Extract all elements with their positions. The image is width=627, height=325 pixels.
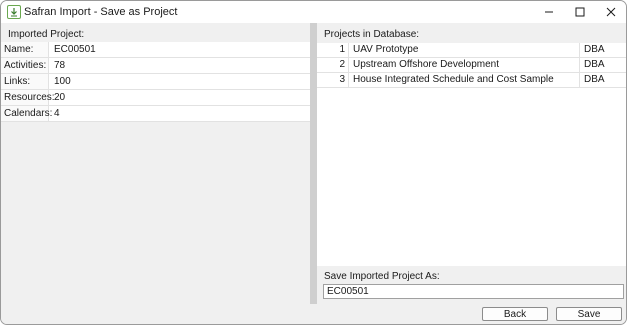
save-as-label: Save Imported Project As:: [324, 271, 440, 282]
project-number: 2: [317, 58, 349, 72]
project-name: House Integrated Schedule and Cost Sampl…: [349, 73, 580, 87]
close-icon: [606, 7, 616, 17]
imported-project-properties: Name: EC00501 Activities: 78 Links: 100 …: [1, 42, 310, 122]
projects-in-database-heading: Projects in Database:: [324, 29, 420, 40]
property-value[interactable]: EC00501: [49, 42, 96, 57]
back-button[interactable]: Back: [482, 307, 548, 321]
panel-splitter[interactable]: [310, 23, 317, 304]
list-item[interactable]: 3 House Integrated Schedule and Cost Sam…: [317, 73, 626, 88]
project-owner: DBA: [584, 74, 605, 85]
property-row-links: Links: 100: [1, 74, 310, 90]
minimize-button[interactable]: [532, 1, 566, 23]
property-value[interactable]: 100: [49, 74, 71, 89]
list-item[interactable]: 2 Upstream Offshore Development DBA: [317, 58, 626, 73]
maximize-icon: [575, 7, 585, 17]
property-row-activities: Activities: 78: [1, 58, 310, 74]
save-button[interactable]: Save: [556, 307, 622, 321]
project-number: 1: [317, 43, 349, 57]
property-row-calendars: Calendars: 4: [1, 106, 310, 122]
property-label: Name:: [1, 42, 49, 57]
property-label: Calendars:: [1, 106, 52, 121]
title-bar: Safran Import - Save as Project: [1, 1, 626, 23]
minimize-icon: [545, 11, 553, 13]
property-value[interactable]: 4: [49, 106, 60, 121]
property-label: Links:: [1, 74, 49, 89]
project-number: 3: [317, 73, 349, 87]
imported-project-heading: Imported Project:: [8, 29, 85, 40]
projects-list-empty-area: [317, 88, 626, 266]
project-owner: DBA: [584, 59, 605, 70]
property-label: Activities:: [1, 58, 49, 73]
maximize-button[interactable]: [563, 1, 597, 23]
list-item[interactable]: 1 UAV Prototype DBA: [317, 43, 626, 58]
project-owner: DBA: [584, 44, 605, 55]
project-name: Upstream Offshore Development: [349, 58, 580, 72]
property-value[interactable]: 20: [49, 90, 65, 105]
property-row-name: Name: EC00501: [1, 42, 310, 58]
window-title: Safran Import - Save as Project: [24, 6, 178, 18]
project-name: UAV Prototype: [349, 43, 580, 57]
save-as-project-window: Safran Import - Save as Project Imported…: [0, 0, 627, 325]
property-row-resources: Resources: 20: [1, 90, 310, 106]
close-button[interactable]: [594, 1, 626, 23]
property-label: Resources:: [1, 90, 55, 105]
projects-list: 1 UAV Prototype DBA 2 Upstream Offshore …: [317, 43, 626, 88]
property-value[interactable]: 78: [49, 58, 65, 73]
save-as-project-input[interactable]: [323, 284, 624, 299]
import-arrow-icon: [7, 5, 21, 19]
